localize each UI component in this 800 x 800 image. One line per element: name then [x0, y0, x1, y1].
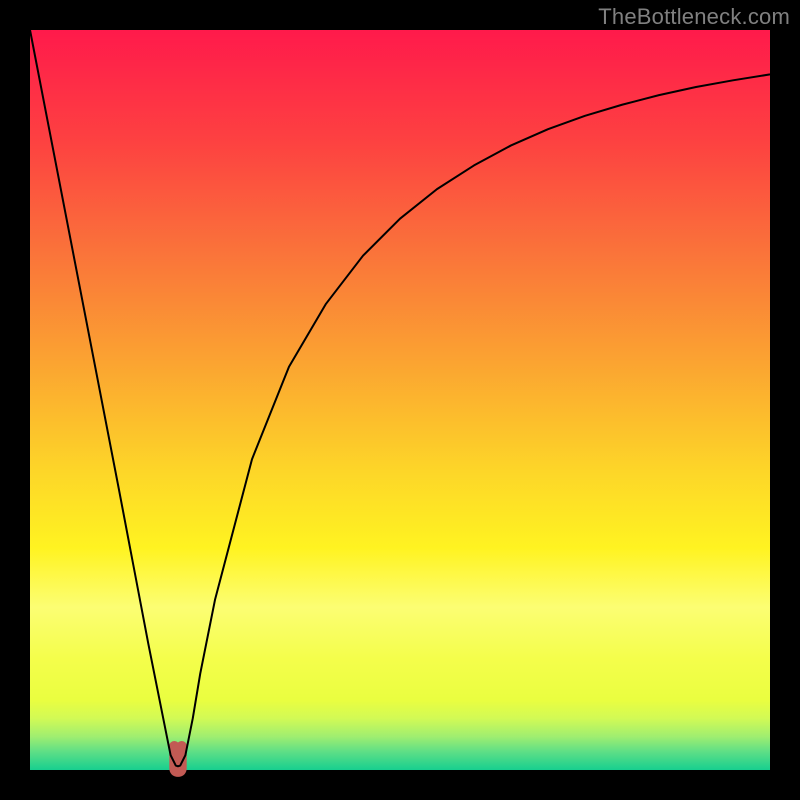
chart-container: TheBottleneck.com: [0, 0, 800, 800]
watermark-text: TheBottleneck.com: [598, 4, 790, 30]
chart-svg: [0, 0, 800, 800]
plot-background: [30, 30, 770, 770]
highlighted-cluster: [174, 746, 181, 772]
